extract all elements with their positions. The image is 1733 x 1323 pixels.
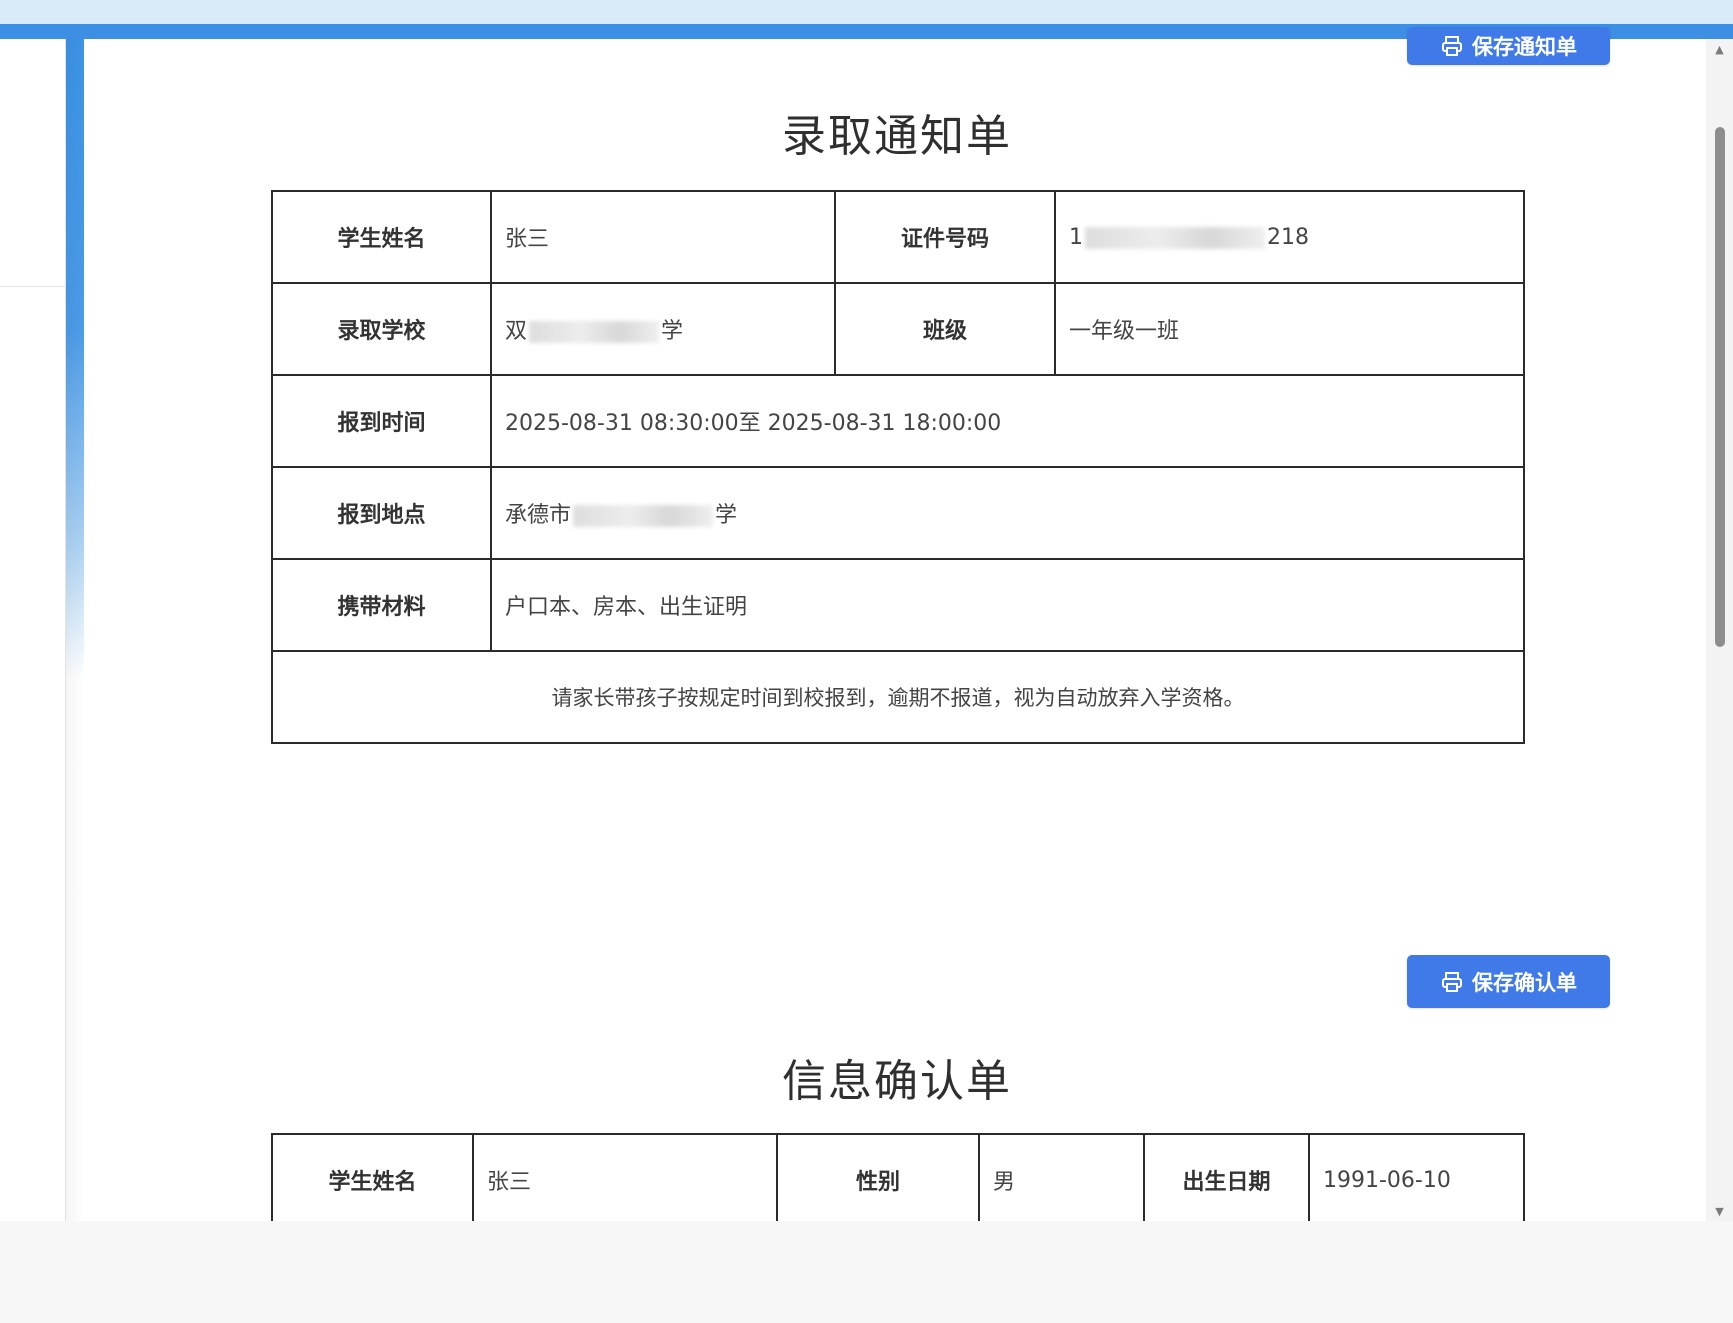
report-time-value: 2025-08-31 08:30:00至 2025-08-31 18:00:00 [490,374,1525,468]
gender-label: 性别 [776,1133,980,1221]
save-notice-button[interactable]: 保存通知单 [1407,27,1610,65]
printer-icon [1440,970,1464,994]
report-location-value: 承德市 学 [490,466,1525,560]
table-row: 报到地点 承德市 学 [271,466,1525,560]
id-number-value: 1 218 [1054,190,1525,284]
report-time-label: 报到时间 [271,374,492,468]
info-confirm-table: 学生姓名 张三 性别 男 出生日期 1991-06-10 [271,1133,1525,1221]
table-row: 学生姓名 张三 证件号码 1 218 [271,190,1525,284]
confirm-student-name-value: 张三 [472,1133,778,1221]
location-suffix: 学 [715,503,738,528]
school-value: 双学 [490,282,836,376]
id-number-label: 证件号码 [834,190,1056,284]
redaction-blur [573,505,714,527]
redaction-blur [1085,226,1265,249]
scroll-down-arrow-icon[interactable]: ▼ [1706,1205,1733,1219]
birth-date-label: 出生日期 [1143,1133,1310,1221]
report-location-label: 报到地点 [271,466,492,560]
notice-title: 录取通知单 [782,111,1012,162]
school-label: 录取学校 [271,282,492,376]
id-number-suffix: 218 [1267,224,1309,250]
scroll-up-arrow-icon[interactable]: ▲ [1706,43,1733,57]
bottom-background [0,1221,1733,1323]
class-value: 一年级一班 [1054,282,1525,376]
save-confirm-label: 保存确认单 [1472,970,1577,995]
student-name-value: 张三 [490,190,836,284]
scrollbar-thumb[interactable] [1715,127,1725,647]
materials-label: 携带材料 [271,558,492,652]
table-row: 报到时间 2025-08-31 08:30:00至 2025-08-31 18:… [271,374,1525,468]
save-confirm-button[interactable]: 保存确认单 [1407,955,1610,1008]
table-row: 录取学校 双学 班级 一年级一班 [271,282,1525,376]
table-row: 携带材料 户口本、房本、出生证明 [271,558,1525,652]
id-number-prefix: 1 [1069,224,1083,250]
table-row: 请家长带孩子按规定时间到校报到，逾期不报道，视为自动放弃入学资格。 [271,650,1525,744]
printer-icon [1440,34,1464,58]
vertical-scrollbar[interactable]: ▲ ▼ [1706,39,1733,1221]
reminder-text: 请家长带孩子按规定时间到校报到，逾期不报道，视为自动放弃入学资格。 [271,650,1525,744]
school-prefix: 双 [505,319,528,344]
location-prefix: 承德市 [505,503,572,528]
content-viewport: 保存通知单 录取通知单 学生姓名 张三 证件号码 1 218 录取学校 双学 班级… [0,0,1733,1221]
class-label: 班级 [834,282,1056,376]
confirm-student-name-label: 学生姓名 [271,1133,474,1221]
materials-value: 户口本、房本、出生证明 [490,558,1525,652]
redaction-blur [529,321,660,343]
school-suffix: 学 [661,319,684,344]
student-name-label: 学生姓名 [271,190,492,284]
confirm-title: 信息确认单 [782,1056,1012,1107]
admission-notice-table: 学生姓名 张三 证件号码 1 218 录取学校 双学 班级 一年级一班 报到时间 … [271,190,1525,744]
save-notice-label: 保存通知单 [1472,35,1577,59]
gender-value: 男 [978,1133,1145,1221]
birth-date-value: 1991-06-10 [1308,1133,1525,1221]
table-row: 学生姓名 张三 性别 男 出生日期 1991-06-10 [271,1133,1525,1221]
